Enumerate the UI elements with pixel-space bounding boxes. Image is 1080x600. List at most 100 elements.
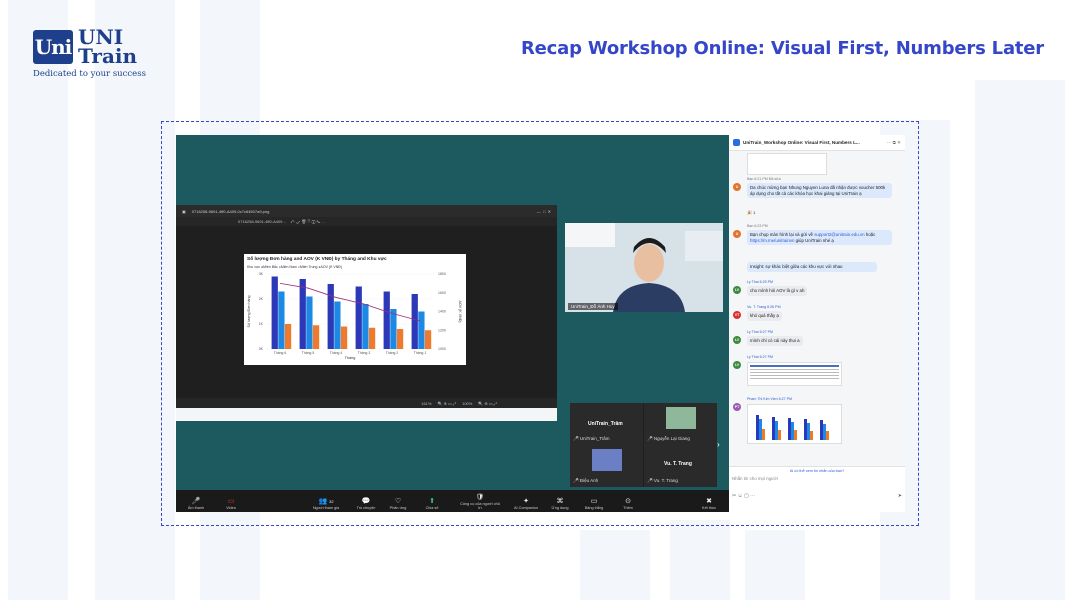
participant-name: Vu. T. Trang [664,461,692,467]
avatar: PT [733,403,741,411]
speaker-figure [565,223,723,312]
window-controls[interactable]: — □ ✕ [537,209,551,214]
bg-stripe [975,80,1065,600]
chart-bar [424,330,432,349]
avatar: LV [733,361,741,369]
chat-header: UniTrain_Workshop Online: Visual First, … [729,135,905,151]
avatar: U [733,183,741,191]
avatar: LV [733,286,741,294]
viewer-statusbar: 161% 🔍 ⊕ ▭ ⤢ 100% 🔍 ⊕ ▭ ⤢ [176,398,557,408]
logo-tagline: Dedicated to your success [33,69,146,79]
unitrain-logo: Uni UNI Train Dedicated to your success [33,27,146,79]
avatar: VT [733,311,741,319]
chart-bar [340,326,348,349]
x-axis-label: Tháng [345,356,356,360]
chat-panel: UniTrain_Workshop Online: Visual First, … [729,135,905,512]
chart-bar [271,276,278,349]
gallery-next-icon[interactable]: › [717,440,720,449]
zoom-level-right: 100% [462,400,473,406]
message-bubble: Insight: sự khác biệt giữa các khu vực v… [747,262,877,272]
mic-button[interactable]: 🎤 Âm thanh [176,497,216,510]
x-tick-label: Tháng 4 [330,351,343,355]
messenger-link[interactable]: https://m.me/unitrainvn [750,238,794,243]
chart-bar [418,311,425,349]
chat-header-controls[interactable]: ⋯ ⧉ ✕ [887,140,901,146]
fit-controls[interactable]: 🔍 ⊕ ▭ ⤢ [478,401,497,406]
viewer-tools[interactable]: ⤺ ⤻ 🗑 ♡ ⓘ ✎ ⋯ [290,219,325,224]
participant-label: 🎤̸ Vu. T. Trang [647,478,678,483]
chat-image-thumb[interactable] [747,153,827,175]
chat-input[interactable]: Nhắn tin cho mọi người [729,473,905,493]
zoom-window: ▣ 0716258-9691-4ff0-A409-0c7c64507a9.png… [176,135,905,512]
x-tick-label: Tháng 5 [302,351,315,355]
more-icon: ⊙ [625,498,631,505]
chat-message: Ly Thai 6:27 PM LV mình chỉ có cái này t… [733,330,899,350]
participant-label: 🎤̸ UniTrain_Trâm [573,436,610,441]
video-button[interactable]: ▭ Video [211,497,251,510]
chat-app-icon [733,139,740,146]
more-button[interactable]: ⊙ Thêm [608,497,648,510]
participant-photo [592,449,622,471]
logo-mark: Uni [33,30,73,64]
y-axis-label: Số lượng Đơn hàng [247,296,251,328]
shared-chart-image[interactable] [747,404,842,444]
y2-tick-label: 1800 [438,272,446,276]
support-email-link[interactable]: support2@unitrain.edu.vn [814,232,864,237]
speaker-name: UniTrain_Đỗ Ánh Huy [568,303,618,310]
bg-stripe [580,530,650,600]
chart-svg: 0K 1K 2K 3K 1000 1200 1400 1600 1800 Tháng 6 Tháng… [247,272,462,360]
zoom-level-left: 161% [421,400,432,406]
shared-table-image[interactable] [747,362,842,386]
chat-message: Bạn 6:21 PM Đã sửa U Da chúc mừng bạn Nh… [733,177,899,227]
y2-tick-label: 1600 [438,291,446,295]
x-tick-label: Tháng 3 [358,351,371,355]
bg-stripe [745,530,805,600]
viewer-titlebar: ▣ 0716258-9691-4ff0-A409-0c7c64507a9.png… [176,205,557,217]
image-icon: ▣ [182,208,186,214]
chat-title: UniTrain_Workshop Online: Visual First, … [743,140,860,145]
chart-bar [284,324,292,349]
chat-message: Vu. T. Trang 6:26 PM VT khó quá thầy ạ [733,305,899,325]
y2-tick-label: 1400 [438,310,446,314]
message-bubble: Bạn chụp màn hình lại và gửi về support2… [747,230,892,245]
participant-tile[interactable]: UniTrain_Trâm 🎤̸ UniTrain_Trâm [570,403,643,445]
x-tick-label: Tháng 2 [386,351,399,355]
participant-tile[interactable]: 🎤̸ Nguyễn Lại Giang [644,403,717,445]
chart-bar [383,291,390,349]
bg-stripe [8,0,68,600]
participant-photo [666,407,696,429]
bg-stripe [670,520,730,600]
chat-message: Ly Thai 6:25 PM LV cho mình hỏi AOV là g… [733,280,899,300]
chat-message: Bạn 6:23 PM U Bạn chụp màn hình lại và g… [733,224,899,284]
participant-name: UniTrain_Trâm [588,421,623,427]
chart-bar [411,294,418,349]
y-tick-label: 3K [259,272,264,276]
share-icon: ⬆ [429,498,435,505]
host-tools-button[interactable]: 🛡 Công cụ của người chủ trì [460,493,500,510]
x-tick-label: Tháng 6 [274,351,287,355]
participant-label: 🎤̸ Điệu Anh [573,478,599,483]
mic-icon: 🎤 [191,498,201,505]
chart-bar [396,329,404,349]
end-button[interactable]: ✖ Kết thúc [689,497,729,510]
shield-icon: 🛡 [475,494,485,501]
reaction[interactable]: 🎉 1 [747,210,755,215]
speaker-video: UniTrain_Đỗ Ánh Huy [565,223,723,312]
viewer-tabbar: 0716258-9691-4ff0-A409… ⤺ ⤻ 🗑 ♡ ⓘ ✎ ⋯ [176,217,557,226]
participant-tile[interactable]: 🎤̸ Điệu Anh [570,445,643,487]
participant-tile[interactable]: Vu. T. Trang 🎤̸ Vu. T. Trang [644,445,717,487]
image-viewer: ▣ 0716258-9691-4ff0-A409-0c7c64507a9.png… [176,205,557,408]
chart-bar [390,309,397,349]
participants-icon: 👥 32 [318,498,334,505]
share-button[interactable]: ⬆ Chia sẻ [412,497,452,510]
chart-image: Số lượng Đơn hàng and AOV (K VNĐ) by Thá… [244,254,466,365]
chart-bar [306,296,313,349]
chat-compose: Ai có thể xem tin nhắn của bạn? Nhắn tin… [729,466,905,512]
chat-compose-tools[interactable]: ✂ ☺ ▢ ⋯ ➤ [729,493,905,499]
participants-button[interactable]: 👥 32 Người tham gia [306,497,346,510]
message-bubble: Da chúc mừng bạn Nhung Nguyen Luna đã nh… [747,183,892,198]
page-title: Recap Workshop Online: Visual First, Num… [520,38,1044,59]
viewer-tab[interactable]: 0716258-9691-4ff0-A409… [238,219,286,224]
participant-gallery: UniTrain_Trâm 🎤̸ UniTrain_Trâm 🎤̸ Nguyễn… [570,403,717,487]
zoom-controls[interactable]: 🔍 ⊕ ▭ ⤢ [437,401,456,406]
